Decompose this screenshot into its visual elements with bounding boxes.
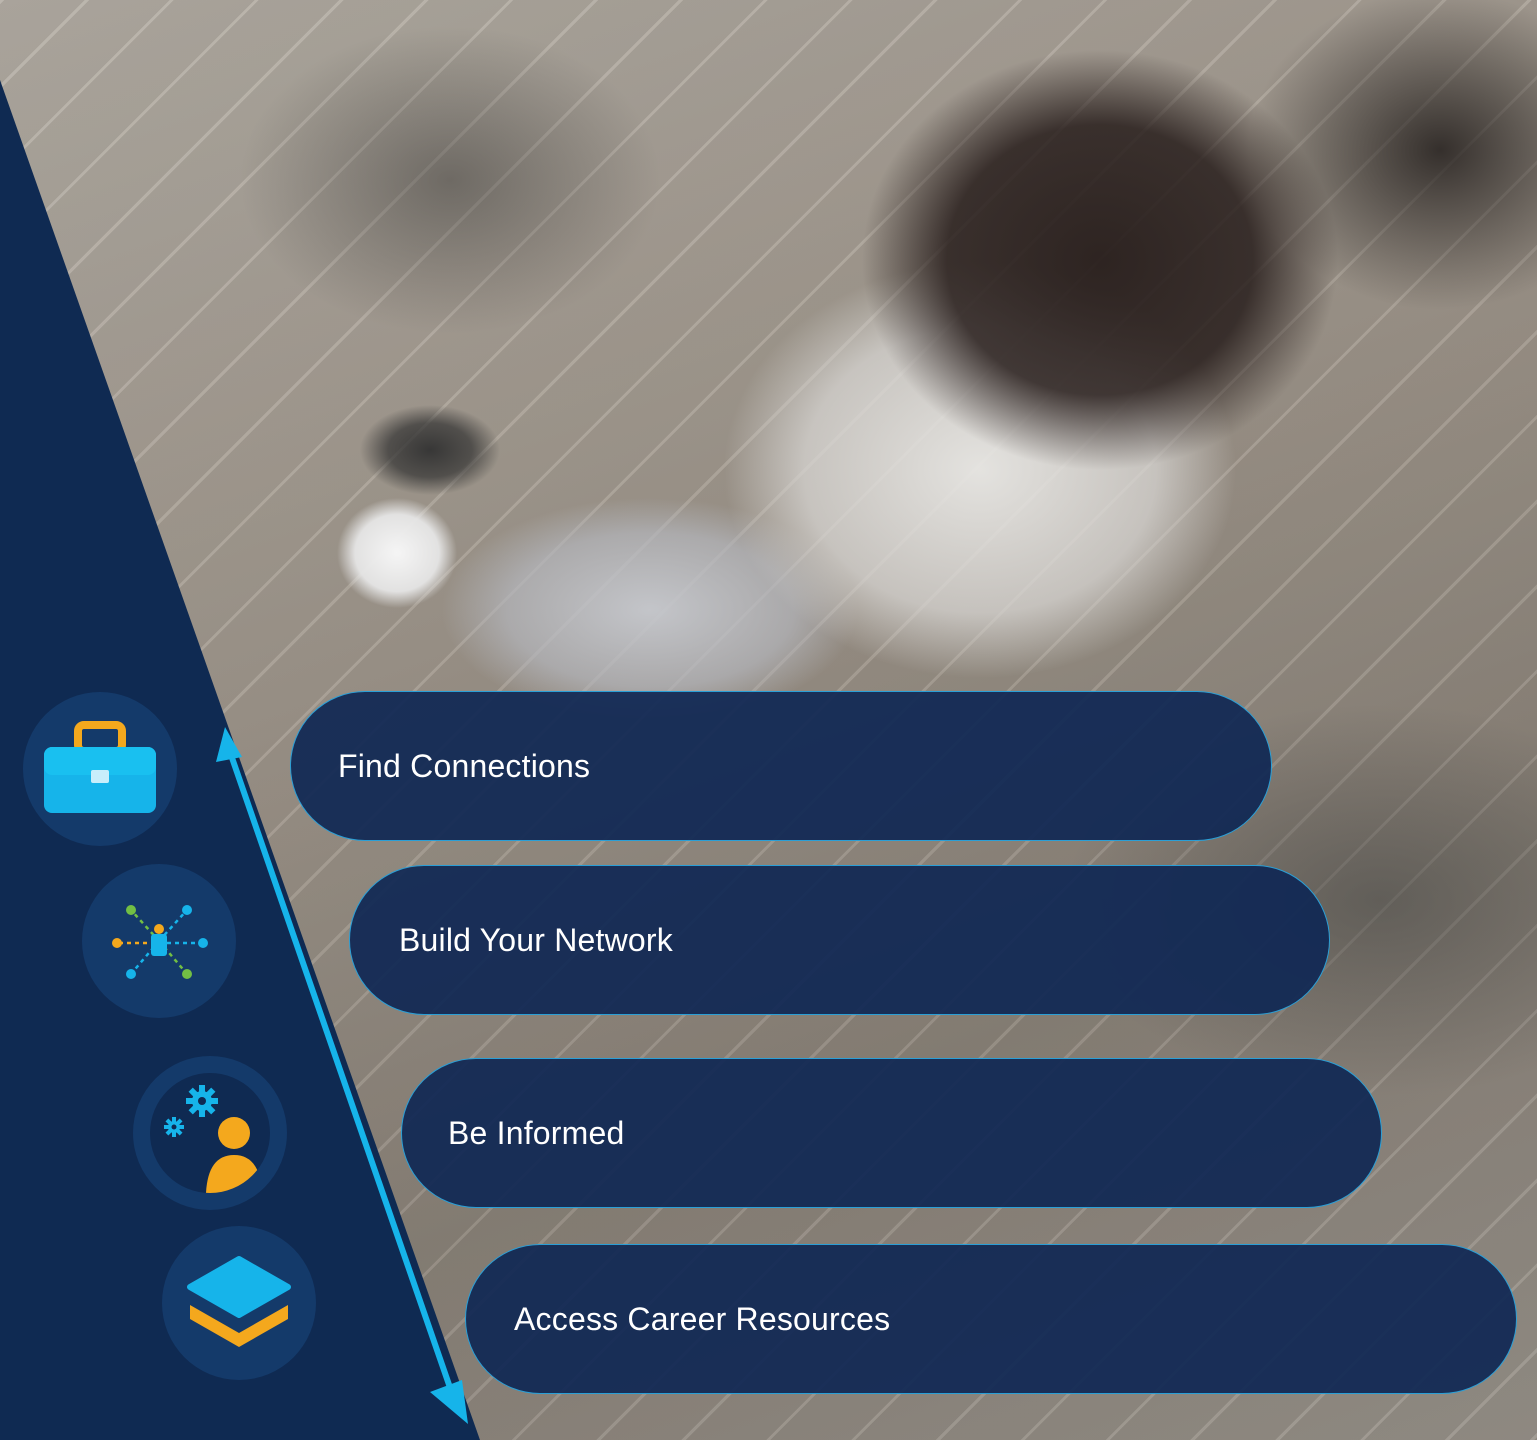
career-menu-slide: Find Connections Build Your Network Be I… bbox=[0, 0, 1537, 1440]
briefcase-icon[interactable] bbox=[23, 692, 177, 846]
build-your-network-label: Build Your Network bbox=[399, 921, 673, 958]
person-gears-icon[interactable] bbox=[133, 1056, 287, 1210]
find-connections-label: Find Connections bbox=[338, 747, 591, 784]
build-your-network-button[interactable]: Build Your Network bbox=[349, 865, 1330, 1015]
layers-icon[interactable] bbox=[162, 1226, 316, 1380]
network-icon[interactable] bbox=[82, 864, 236, 1018]
find-connections-button[interactable]: Find Connections bbox=[290, 691, 1272, 841]
access-career-resources-label: Access Career Resources bbox=[514, 1300, 891, 1337]
be-informed-label: Be Informed bbox=[448, 1114, 625, 1151]
be-informed-button[interactable]: Be Informed bbox=[401, 1058, 1382, 1208]
access-career-resources-button[interactable]: Access Career Resources bbox=[465, 1244, 1517, 1394]
